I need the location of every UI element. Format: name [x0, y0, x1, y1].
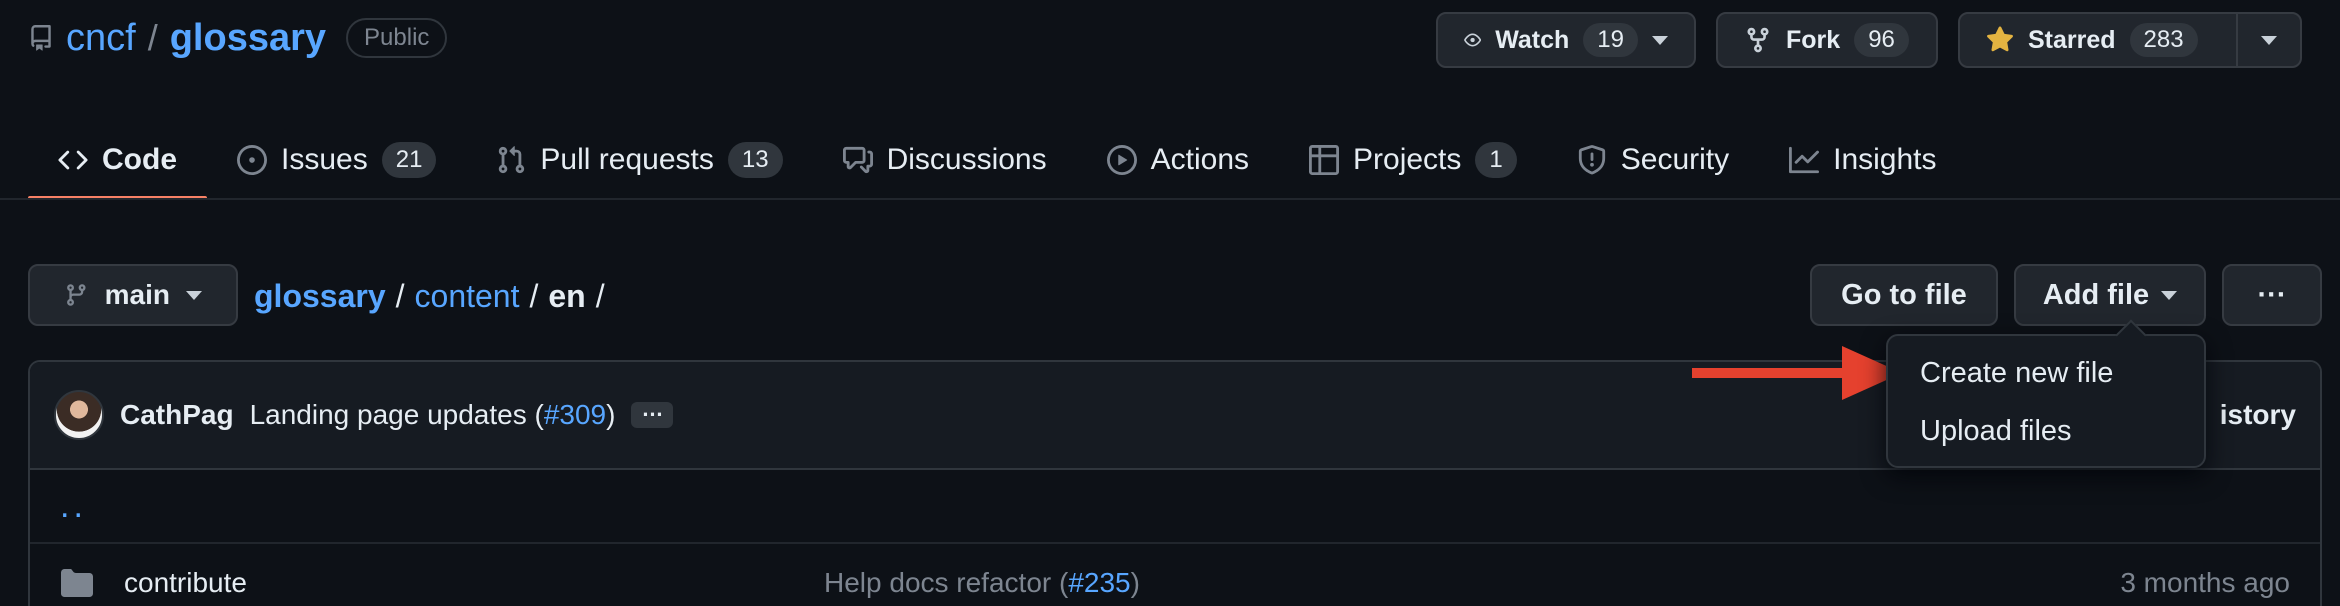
- tab-label: Projects: [1353, 143, 1462, 176]
- commit-message[interactable]: Landing page updates (#309): [250, 399, 616, 431]
- commit-author[interactable]: CathPag: [120, 399, 234, 431]
- breadcrumb-separator: /: [595, 277, 605, 314]
- tab-pull-requests[interactable]: Pull requests 13: [466, 120, 812, 200]
- star-count: 283: [2129, 23, 2198, 57]
- discussions-icon: [842, 146, 873, 174]
- folder-icon: [61, 569, 93, 597]
- tab-label: Pull requests: [540, 143, 714, 176]
- go-to-file-button[interactable]: Go to file: [1810, 264, 1998, 326]
- visibility-badge: Public: [346, 18, 448, 58]
- code-icon: [58, 150, 88, 170]
- branch-name: main: [104, 279, 170, 310]
- tab-code[interactable]: Code: [28, 120, 207, 200]
- projects-count: 1: [1475, 142, 1517, 178]
- fork-button[interactable]: Fork 96: [1716, 12, 1938, 68]
- repo-tabs: Code Issues 21 Pull requests 13 Discussi…: [28, 120, 1967, 200]
- fork-count: 96: [1854, 23, 1909, 57]
- upload-files-menu-item[interactable]: Upload files: [1888, 402, 2204, 460]
- table-row[interactable]: contribute Help docs refactor (#235) 3 m…: [30, 546, 2320, 606]
- tab-label: Security: [1620, 143, 1730, 176]
- pull-requests-count: 13: [727, 142, 783, 178]
- history-link[interactable]: istory: [2220, 399, 2296, 431]
- file-commit-message[interactable]: Help docs refactor (#235): [824, 567, 1140, 599]
- file-commit-pr-link[interactable]: #235: [1068, 567, 1130, 598]
- add-file-menu: Create new file Upload files: [1886, 334, 2206, 468]
- fork-icon: [1747, 27, 1769, 53]
- commit-pr-link[interactable]: #309: [544, 399, 606, 430]
- repo-name-link[interactable]: glossary: [170, 17, 326, 60]
- tab-label: Insights: [1833, 143, 1937, 176]
- avatar[interactable]: [54, 390, 104, 440]
- tab-label: Discussions: [886, 143, 1047, 176]
- issues-count: 21: [381, 142, 437, 178]
- file-age: 3 months ago: [2120, 567, 2290, 598]
- tab-actions[interactable]: Actions: [1077, 120, 1279, 200]
- chevron-down-icon: [186, 290, 202, 300]
- create-new-file-menu-item[interactable]: Create new file: [1888, 344, 2204, 402]
- starred-label: Starred: [2028, 25, 2116, 54]
- branch-icon: [67, 284, 86, 306]
- watch-count: 19: [1583, 23, 1638, 57]
- pull-request-icon: [499, 146, 525, 174]
- table-icon: [1309, 145, 1340, 175]
- branch-selector[interactable]: main: [28, 264, 238, 326]
- tab-security[interactable]: Security: [1547, 120, 1759, 200]
- repo-icon: [31, 25, 51, 51]
- breadcrumb-content-link[interactable]: content: [415, 278, 520, 315]
- expand-commit-button[interactable]: …: [631, 398, 674, 428]
- repo-owner-link[interactable]: cncf: [66, 17, 136, 60]
- watch-label: Watch: [1495, 25, 1570, 54]
- breadcrumb-separator: /: [395, 277, 405, 314]
- tab-label: Code: [102, 143, 177, 176]
- repo-title: cncf / glossary Public: [28, 10, 448, 66]
- file-name-link[interactable]: contribute: [124, 567, 824, 599]
- add-file-label: Add file: [2042, 278, 2150, 311]
- tabs-divider: [0, 198, 2340, 200]
- star-list-dropdown[interactable]: [2236, 12, 2302, 68]
- eye-icon: [1464, 33, 1482, 47]
- tab-issues[interactable]: Issues 21: [207, 120, 466, 200]
- repo-separator: /: [147, 17, 158, 58]
- play-icon: [1106, 145, 1137, 175]
- chevron-down-icon: [2261, 35, 2277, 45]
- tab-insights[interactable]: Insights: [1759, 120, 1966, 200]
- kebab-horizontal-icon: ···: [2257, 278, 2287, 311]
- fork-label: Fork: [1786, 25, 1841, 54]
- breadcrumb-separator: /: [529, 277, 539, 314]
- breadcrumb: glossary / content / en /: [254, 268, 605, 324]
- tab-label: Issues: [281, 143, 368, 176]
- tab-label: Actions: [1150, 143, 1250, 176]
- go-to-file-label: Go to file: [1841, 278, 1967, 311]
- annotation-arrow-icon: [1692, 346, 1902, 400]
- chevron-down-icon: [1652, 35, 1668, 45]
- breadcrumb-current: en: [548, 277, 586, 314]
- watch-button[interactable]: Watch 19: [1436, 12, 1696, 68]
- graph-icon: [1789, 146, 1820, 174]
- breadcrumb-root-link[interactable]: glossary: [254, 278, 386, 315]
- starred-button[interactable]: Starred 283: [1958, 12, 2238, 68]
- more-options-button[interactable]: ···: [2222, 264, 2322, 326]
- tab-discussions[interactable]: Discussions: [813, 120, 1077, 200]
- star-icon: [1987, 26, 2013, 52]
- chevron-down-icon: [2161, 290, 2178, 300]
- tab-projects[interactable]: Projects 1: [1279, 120, 1547, 200]
- parent-directory-link[interactable]: ..: [60, 487, 87, 526]
- add-file-button[interactable]: Add file: [2014, 264, 2206, 326]
- issue-icon: [237, 145, 267, 175]
- shield-icon: [1578, 145, 1605, 175]
- parent-directory-row[interactable]: ..: [30, 470, 2320, 544]
